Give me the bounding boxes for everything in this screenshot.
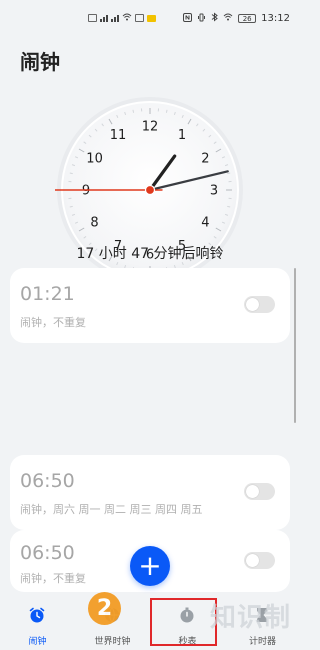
toggle-knob (246, 554, 259, 567)
clock-number: 8 (90, 216, 98, 231)
tab-alarm[interactable]: 闹钟 (0, 598, 75, 648)
alarm-subtitle: 闹钟，周六 周一 周二 周三 周四 周五 (20, 503, 203, 516)
signal-icon-2 (111, 14, 119, 22)
status-right-icons: 26 13:12 (183, 12, 290, 25)
nfc-icon (183, 12, 193, 25)
clock-tick (227, 205, 231, 208)
clock-tick (69, 205, 73, 208)
tab-label: 计时器 (248, 637, 276, 647)
toggle-knob (246, 298, 259, 311)
clock-tick (165, 109, 168, 113)
alarm-subtitle: 闹钟，不重复 (20, 572, 86, 585)
scrollbar[interactable] (294, 268, 296, 423)
clock-number: 12 (142, 120, 159, 135)
clock-number: 2 (201, 152, 209, 167)
alarm-subtitle: 闹钟，不重复 (20, 316, 86, 329)
clock-number: 11 (110, 128, 127, 143)
add-alarm-button[interactable]: + (130, 546, 170, 586)
tab-label: 闹钟 (28, 637, 47, 647)
vibrate-icon (197, 13, 206, 25)
toggle-knob (246, 485, 259, 498)
clock-tick (227, 172, 231, 175)
status-time: 13:12 (261, 13, 290, 24)
signal-icon (100, 14, 108, 22)
notification-icon (88, 14, 97, 22)
tab-label: 世界时钟 (94, 637, 131, 647)
clock-center-dot (144, 184, 156, 196)
battery-icon: 26 (238, 14, 257, 23)
clock-tick (69, 172, 73, 175)
clock-number: 10 (86, 152, 103, 167)
status-bar: 26 13:12 (0, 0, 300, 40)
alarm-toggle[interactable] (244, 552, 275, 569)
wifi-icon (122, 13, 132, 23)
clock-number: 3 (210, 184, 218, 199)
next-alarm-countdown: 17 小时 47 分钟后响铃 (76, 246, 224, 262)
stopwatch-highlight-box (150, 598, 217, 646)
alarm-time: 06:50 (20, 470, 75, 492)
clock-number: 1 (178, 128, 186, 143)
alarm-toggle[interactable] (244, 296, 275, 313)
clock-number: 4 (201, 216, 209, 231)
step-number-badge: 2 (88, 592, 121, 625)
alarm-toggle[interactable] (244, 483, 275, 500)
alarm-card[interactable]: 06:50 闹钟，周六 周一 周二 周三 周四 周五 (10, 455, 290, 530)
clock-tick (132, 109, 135, 113)
page-title: 闹钟 (20, 50, 60, 74)
bluetooth-icon (211, 12, 218, 25)
status-left-icons (88, 13, 156, 23)
alarm-card[interactable]: 01:21 闹钟，不重复 (10, 268, 290, 343)
clock-number: 9 (82, 184, 90, 199)
alarm-time: 01:21 (20, 283, 75, 305)
alarm-clock-icon (29, 607, 45, 623)
watermark: 知识制 (210, 603, 292, 633)
alarm-time: 06:50 (20, 542, 75, 564)
app-icon (135, 14, 144, 22)
app-badge-icon (147, 14, 156, 22)
wifi-icon-2 (223, 13, 233, 24)
